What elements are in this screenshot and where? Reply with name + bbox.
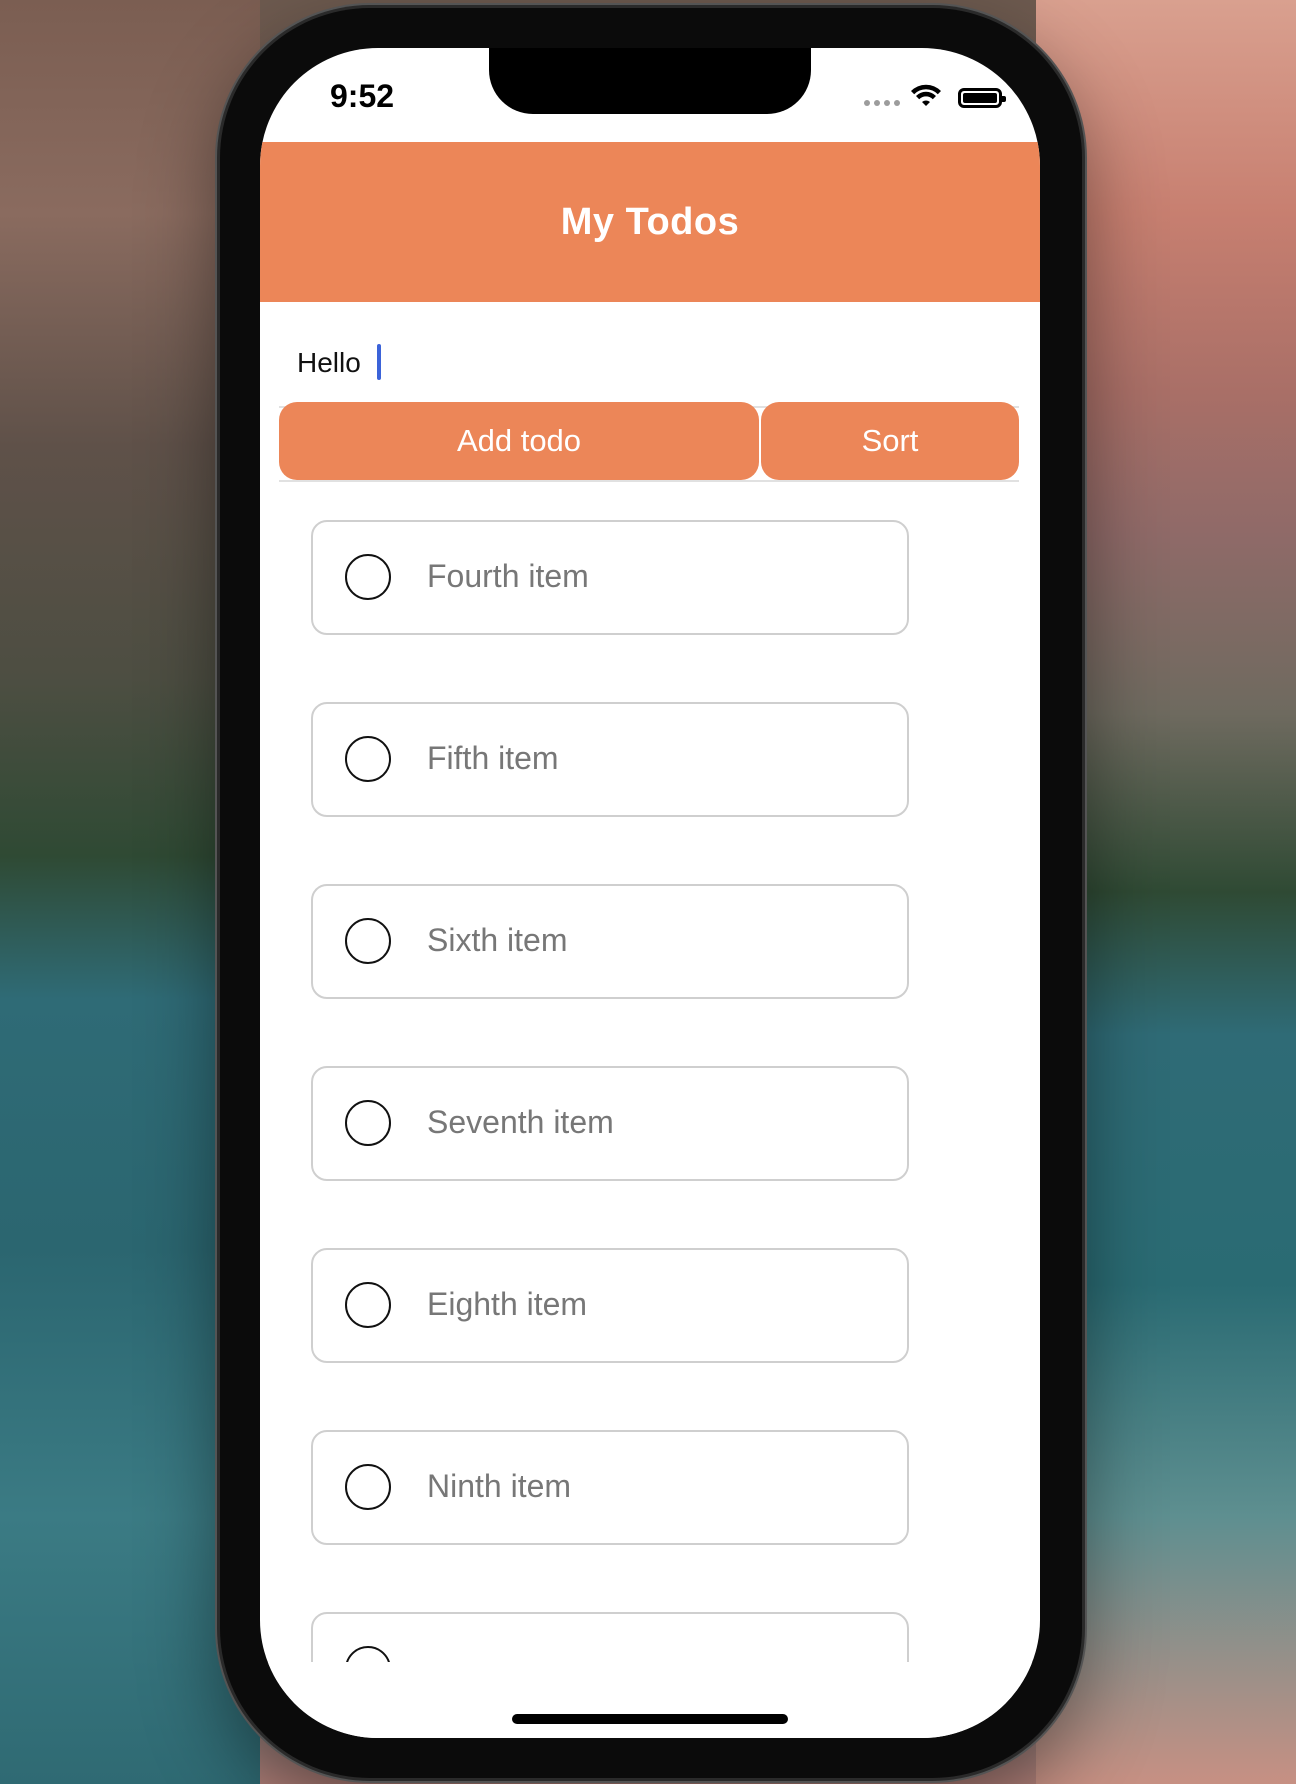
radio-unchecked-icon[interactable]: [345, 1646, 391, 1662]
radio-unchecked-icon[interactable]: [345, 554, 391, 600]
todo-item[interactable]: Fourth item: [311, 520, 909, 635]
todo-item-label: Fifth item: [427, 740, 559, 776]
todo-item[interactable]: Sixth item: [311, 884, 909, 999]
text-caret: [377, 344, 381, 380]
radio-unchecked-icon[interactable]: [345, 1282, 391, 1328]
bottom-safe-area: [260, 1662, 1040, 1738]
todo-list[interactable]: Fourth item Fifth item Sixth item Sevent…: [260, 502, 1040, 1662]
todo-item-label: Ninth item: [427, 1468, 572, 1504]
todo-input-container: [279, 326, 1019, 408]
radio-unchecked-icon[interactable]: [345, 736, 391, 782]
todo-item-label: Fourth item: [427, 558, 589, 594]
signal-dots-icon: [864, 100, 900, 106]
page-title: My Todos: [560, 200, 740, 243]
radio-unchecked-icon[interactable]: [345, 918, 391, 964]
radio-unchecked-icon[interactable]: [345, 1100, 391, 1146]
app-header: My Todos: [260, 142, 1040, 302]
todo-input[interactable]: [295, 340, 999, 386]
divider: [279, 480, 1019, 482]
sort-button[interactable]: Sort: [761, 402, 1019, 480]
todo-item[interactable]: Eighth item: [311, 1248, 909, 1363]
status-time: 9:52: [330, 78, 395, 114]
todo-item[interactable]: Seventh item: [311, 1066, 909, 1181]
notch: [489, 48, 811, 114]
todo-item[interactable]: Fifth item: [311, 702, 909, 817]
todo-item-label: Eighth item: [427, 1286, 588, 1322]
todo-item-label: Sixth item: [427, 922, 568, 958]
wifi-icon: [911, 84, 941, 106]
add-todo-button[interactable]: Add todo: [279, 402, 759, 480]
battery-icon: [958, 88, 1006, 108]
app-screen: 9:52 My Todos Add todo Sort Fourth item …: [260, 48, 1040, 1738]
todo-item[interactable]: [311, 1612, 909, 1662]
todo-item-label: Seventh item: [427, 1104, 614, 1140]
todo-item[interactable]: Ninth item: [311, 1430, 909, 1545]
radio-unchecked-icon[interactable]: [345, 1464, 391, 1510]
home-indicator[interactable]: [512, 1714, 788, 1724]
